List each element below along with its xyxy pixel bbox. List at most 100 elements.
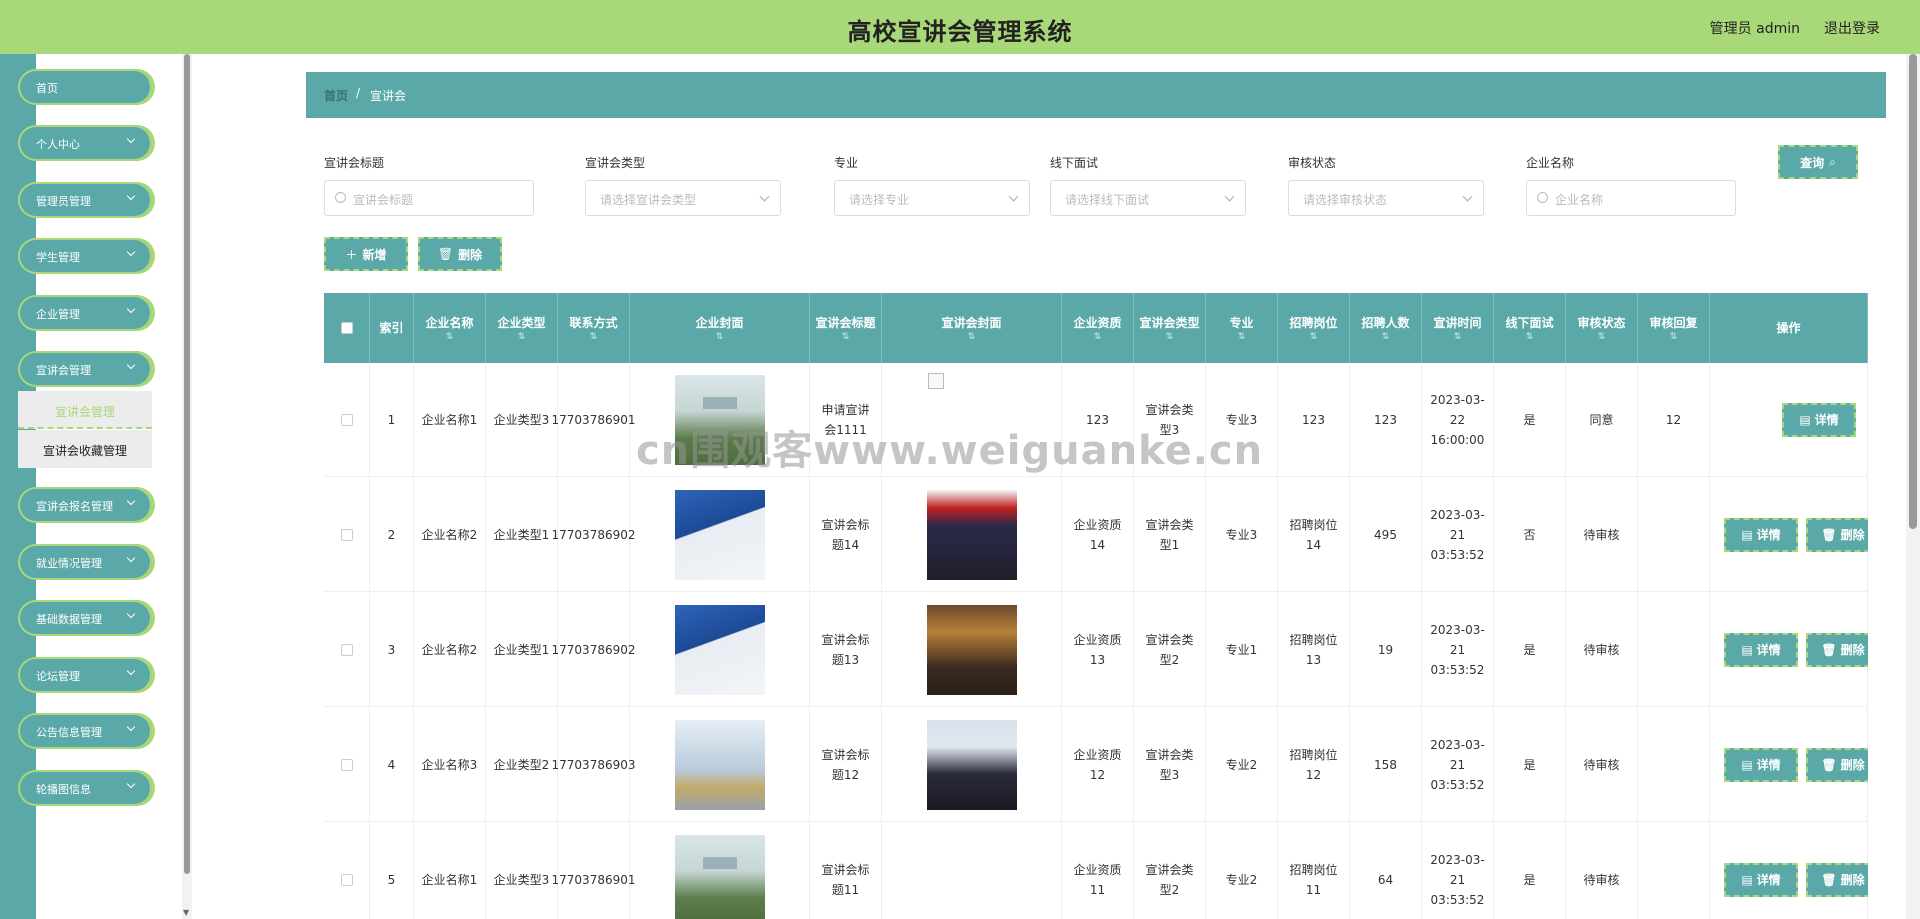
seminar-cover-image[interactable] bbox=[926, 720, 1017, 810]
detail-button[interactable]: ▤ 详情 bbox=[1782, 403, 1856, 437]
column-header[interactable]: 宣讲时间 ⇅ bbox=[1422, 293, 1494, 363]
logout-link[interactable]: 退出登录 bbox=[1824, 18, 1880, 38]
qualification-cell: 123 bbox=[1062, 363, 1134, 477]
column-header[interactable]: 企业名称 ⇅ bbox=[414, 293, 486, 363]
filter-select[interactable]: 请选择宣讲会类型 bbox=[585, 180, 781, 216]
company-cover-image[interactable] bbox=[674, 835, 765, 919]
main-scroll-thumb[interactable] bbox=[1909, 54, 1917, 529]
sidebar-item-10[interactable]: 公告信息管理 bbox=[18, 713, 152, 749]
sidebar-item-0[interactable]: 首页 bbox=[18, 69, 152, 105]
sidebar-item-7[interactable]: 就业情况管理 bbox=[18, 544, 152, 580]
submenu-item-1[interactable]: 宣讲会收藏管理 bbox=[18, 430, 152, 468]
detail-button[interactable]: ▤ 详情 bbox=[1724, 863, 1798, 897]
query-button[interactable]: 查询 ⌕ bbox=[1778, 145, 1858, 179]
row-delete-button[interactable]: 🗑 删除 bbox=[1806, 748, 1868, 782]
column-header[interactable]: 宣讲会类型 ⇅ bbox=[1134, 293, 1206, 363]
header-select-all[interactable] bbox=[324, 293, 370, 363]
company-cover-image[interactable] bbox=[674, 490, 765, 580]
filter-select[interactable]: 请选择线下面试 bbox=[1050, 180, 1246, 216]
column-header-label: 宣讲会标题 bbox=[815, 316, 876, 330]
column-header[interactable]: 联系方式 ⇅ bbox=[558, 293, 630, 363]
sort-icon[interactable]: ⇅ bbox=[1238, 332, 1246, 342]
sidebar-item-5[interactable]: 宣讲会管理 bbox=[18, 351, 152, 387]
column-header[interactable]: 宣讲会封面 ⇅ bbox=[882, 293, 1062, 363]
filter-select[interactable]: 请选择审核状态 bbox=[1288, 180, 1484, 216]
company-cover-image[interactable] bbox=[674, 605, 765, 695]
sort-icon[interactable]: ⇅ bbox=[1670, 332, 1678, 342]
detail-button[interactable]: ▤ 详情 bbox=[1724, 748, 1798, 782]
status-cell: 待审核 bbox=[1566, 823, 1638, 919]
sidebar-item-8[interactable]: 基础数据管理 bbox=[18, 600, 152, 636]
add-button[interactable]: ＋ 新增 bbox=[324, 237, 408, 271]
column-header[interactable]: 招聘岗位 ⇅ bbox=[1278, 293, 1350, 363]
sort-icon[interactable]: ⇅ bbox=[1454, 332, 1462, 342]
sidebar-item-2[interactable]: 管理员管理 bbox=[18, 182, 152, 218]
column-header[interactable]: 招聘人数 ⇅ bbox=[1350, 293, 1422, 363]
headcount-text: 19 bbox=[1377, 643, 1394, 657]
sort-icon[interactable]: ⇅ bbox=[1166, 332, 1174, 342]
column-header[interactable]: 审核状态 ⇅ bbox=[1566, 293, 1638, 363]
sidebar-item-6[interactable]: 宣讲会报名管理 bbox=[18, 487, 152, 523]
seminar-title-cell: 宣讲会标题12 bbox=[810, 708, 882, 822]
reply-cell bbox=[1638, 708, 1710, 822]
sidebar-item-9[interactable]: 论坛管理 bbox=[18, 657, 152, 693]
breadcrumb-home[interactable]: 首页 bbox=[324, 87, 348, 104]
sort-icon[interactable]: ⇅ bbox=[1382, 332, 1390, 342]
seminar-cover-cell bbox=[882, 478, 1062, 592]
sort-icon[interactable]: ⇅ bbox=[1526, 332, 1534, 342]
batch-delete-button[interactable]: 🗑 删除 bbox=[418, 237, 502, 271]
filter-select[interactable]: 请选择专业 bbox=[834, 180, 1030, 216]
column-header[interactable]: 审核回复 ⇅ bbox=[1638, 293, 1710, 363]
column-header[interactable]: 企业资质 ⇅ bbox=[1062, 293, 1134, 363]
row-delete-button[interactable]: 🗑 删除 bbox=[1806, 518, 1868, 552]
row-checkbox[interactable] bbox=[340, 414, 353, 426]
sidebar-item-4[interactable]: 企业管理 bbox=[18, 295, 152, 331]
column-header[interactable]: 专业 ⇅ bbox=[1206, 293, 1278, 363]
filter-search-input[interactable]: 宣讲会标题 bbox=[324, 180, 534, 216]
seminar-type-cell: 宣讲会类型2 bbox=[1134, 593, 1206, 707]
row-checkbox[interactable] bbox=[340, 874, 353, 886]
filter-search-input[interactable]: 企业名称 bbox=[1526, 180, 1736, 216]
submenu-item-0[interactable]: 宣讲会管理 bbox=[18, 391, 152, 429]
sort-icon[interactable]: ⇅ bbox=[518, 332, 526, 342]
qualification-cell: 企业资质11 bbox=[1062, 823, 1134, 919]
chevron-down-icon bbox=[759, 191, 770, 202]
scroll-down-icon[interactable]: ▼ bbox=[183, 908, 189, 917]
row-checkbox[interactable] bbox=[340, 759, 353, 771]
select-all-checkbox[interactable] bbox=[340, 322, 353, 334]
sort-icon[interactable]: ⇅ bbox=[1598, 332, 1606, 342]
sort-icon[interactable]: ⇅ bbox=[446, 332, 454, 342]
sort-icon[interactable]: ⇅ bbox=[1094, 332, 1102, 342]
detail-button[interactable]: ▤ 详情 bbox=[1724, 633, 1798, 667]
chevron-down-icon bbox=[126, 666, 136, 676]
seminar-cover-image[interactable] bbox=[926, 605, 1017, 695]
company-cover-image[interactable] bbox=[674, 375, 765, 465]
sidebar-item-3[interactable]: 学生管理 bbox=[18, 238, 152, 274]
seminar-cover-image[interactable] bbox=[926, 490, 1017, 580]
sort-icon[interactable]: ⇅ bbox=[968, 332, 976, 342]
row-checkbox[interactable] bbox=[340, 529, 353, 541]
sidebar-item-11[interactable]: 轮播图信息 bbox=[18, 770, 152, 806]
company-cell: 企业名称1 bbox=[414, 823, 486, 919]
company-cover-image[interactable] bbox=[674, 720, 765, 810]
main-scrollbar[interactable] bbox=[1906, 54, 1920, 919]
row-delete-button[interactable]: 🗑 删除 bbox=[1806, 633, 1868, 667]
sidebar-item-1[interactable]: 个人中心 bbox=[18, 125, 152, 161]
row-checkbox[interactable] bbox=[340, 644, 353, 656]
sort-icon[interactable]: ⇅ bbox=[842, 332, 850, 342]
column-header[interactable]: 企业封面 ⇅ bbox=[630, 293, 810, 363]
offline-cell: 是 bbox=[1494, 823, 1566, 919]
sort-icon[interactable]: ⇅ bbox=[716, 332, 724, 342]
row-delete-button[interactable]: 🗑 删除 bbox=[1806, 863, 1868, 897]
column-header[interactable]: 宣讲会标题 ⇅ bbox=[810, 293, 882, 363]
detail-button[interactable]: ▤ 详情 bbox=[1724, 518, 1798, 552]
sort-icon[interactable]: ⇅ bbox=[590, 332, 598, 342]
sort-icon[interactable]: ⇅ bbox=[1310, 332, 1318, 342]
sidebar-scrollbar[interactable]: ▼ bbox=[182, 54, 192, 919]
sidebar-scroll-thumb[interactable] bbox=[184, 54, 190, 874]
post-text: 招聘岗位13 bbox=[1289, 633, 1338, 667]
column-header[interactable]: 线下面试 ⇅ bbox=[1494, 293, 1566, 363]
table-header: 索引 企业名称 ⇅ 企业类型 ⇅ 联系方式 ⇅ 企业封面 ⇅ 宣讲会标题 ⇅ 宣讲会封面 ⇅ 企业资质 ⇅ 宣… bbox=[324, 293, 1868, 363]
row-delete-label: 删除 bbox=[1840, 873, 1865, 887]
column-header[interactable]: 企业类型 ⇅ bbox=[486, 293, 558, 363]
